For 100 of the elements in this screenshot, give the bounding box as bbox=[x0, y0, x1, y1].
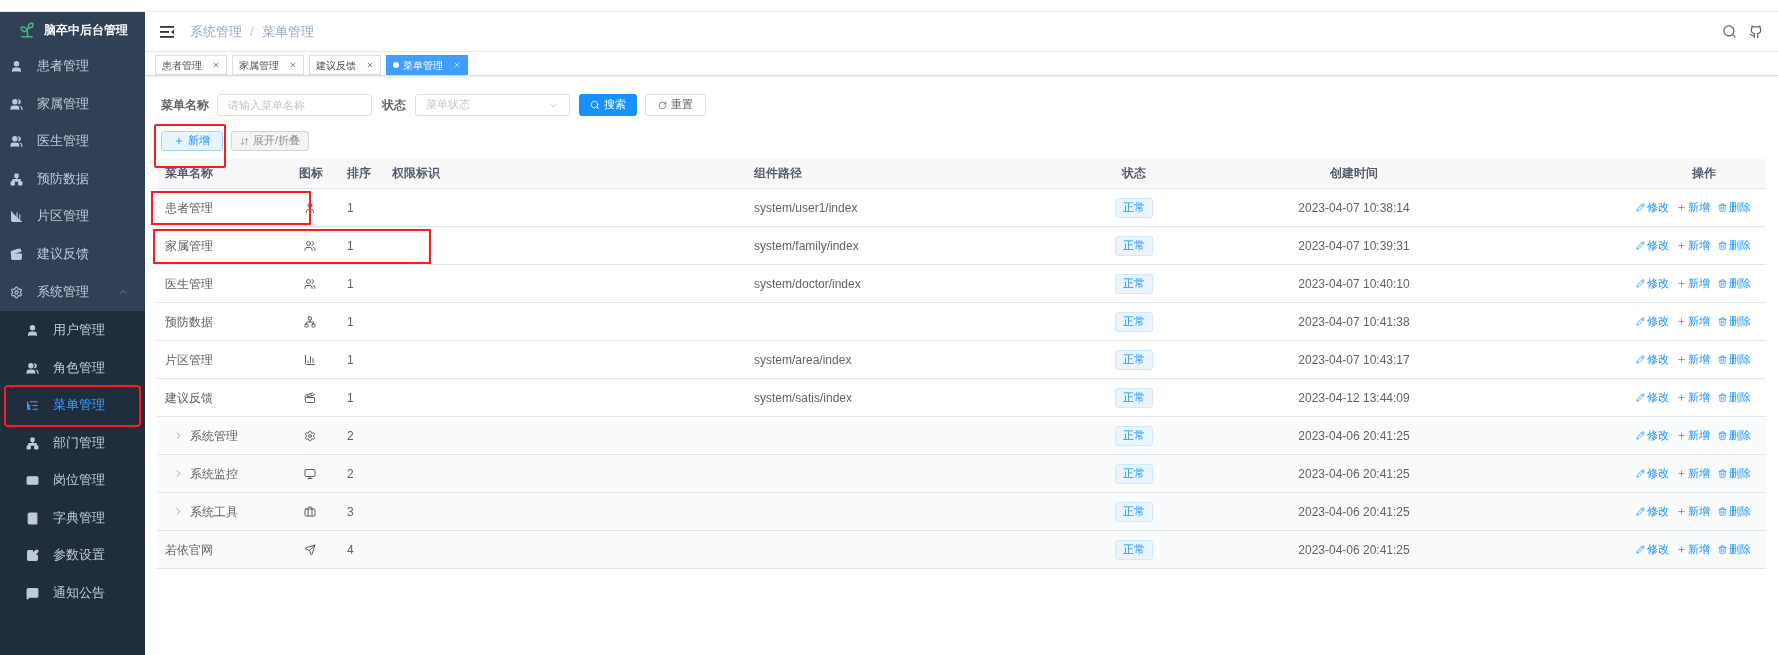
plus-icon bbox=[1677, 241, 1686, 250]
plus-icon bbox=[1677, 203, 1686, 212]
trash-icon bbox=[1718, 545, 1727, 554]
sidebar-item[interactable]: 菜单管理 bbox=[6, 387, 139, 425]
row-action-link[interactable]: 修改 bbox=[1636, 237, 1669, 254]
settings-icon bbox=[304, 429, 316, 442]
people-icon bbox=[304, 277, 316, 290]
row-action-link[interactable]: 新增 bbox=[1677, 465, 1710, 482]
row-action-link[interactable]: 新增 bbox=[1677, 503, 1710, 520]
row-action-link[interactable]: 删除 bbox=[1718, 389, 1751, 406]
menu-name: 若依官网 bbox=[165, 541, 213, 559]
row-action-link[interactable]: 修改 bbox=[1636, 465, 1669, 482]
row-action-link[interactable]: 修改 bbox=[1636, 313, 1669, 330]
row-action-link[interactable]: 删除 bbox=[1718, 237, 1751, 254]
page-tab[interactable]: 建议反馈 bbox=[309, 55, 381, 75]
people-icon bbox=[10, 97, 23, 111]
status-select[interactable]: 菜单状态 bbox=[415, 94, 570, 116]
breadcrumb-current: 菜单管理 bbox=[261, 22, 314, 41]
menu-name: 片区管理 bbox=[165, 351, 213, 369]
table-row[interactable]: 系统工具 3 正常 2023-04-06 20:41:25 修改 新增 删除 bbox=[157, 493, 1766, 531]
row-action-link[interactable]: 删除 bbox=[1718, 541, 1751, 558]
plus-icon bbox=[1677, 279, 1686, 288]
close-icon[interactable] bbox=[366, 61, 374, 69]
row-action-link[interactable]: 删除 bbox=[1718, 275, 1751, 292]
row-action-link[interactable]: 删除 bbox=[1718, 351, 1751, 368]
edit-icon bbox=[26, 549, 39, 563]
menu-name: 患者管理 bbox=[165, 199, 213, 217]
people-icon bbox=[10, 135, 23, 149]
row-action-link[interactable]: 新增 bbox=[1677, 351, 1710, 368]
page-tab[interactable]: 菜单管理 bbox=[386, 55, 468, 75]
row-action-link[interactable]: 删除 bbox=[1718, 427, 1751, 444]
menu-name: 系统工具 bbox=[190, 503, 238, 521]
breadcrumb-link[interactable]: 系统管理 bbox=[190, 21, 242, 42]
row-action-link[interactable]: 修改 bbox=[1636, 389, 1669, 406]
page-tab[interactable]: 家属管理 bbox=[232, 55, 304, 75]
sidebar-item[interactable]: 家属管理 bbox=[0, 85, 145, 123]
sidebar-group[interactable]: 系统管理 bbox=[0, 273, 145, 311]
expand-collapse-button[interactable]: 展开/折叠 bbox=[231, 131, 309, 151]
pencil-icon bbox=[1636, 203, 1645, 212]
tree-list-icon bbox=[26, 399, 39, 413]
paper-plane-icon bbox=[304, 543, 316, 556]
created-time: 2023-04-06 20:41:25 bbox=[1297, 465, 1411, 483]
pencil-icon bbox=[1636, 393, 1645, 402]
component-path: system/doctor/index bbox=[754, 275, 862, 293]
status-tag: 正常 bbox=[1115, 273, 1153, 294]
row-action-link[interactable]: 修改 bbox=[1636, 199, 1669, 216]
add-button[interactable]: 新增 bbox=[161, 131, 223, 151]
trash-icon bbox=[1718, 469, 1727, 478]
table-row[interactable]: 系统监控 2 正常 2023-04-06 20:41:25 修改 新增 删除 bbox=[157, 455, 1766, 493]
sidebar-item[interactable]: 片区管理 bbox=[0, 198, 145, 236]
reset-button[interactable]: 重置 bbox=[645, 94, 706, 116]
status-tag: 正常 bbox=[1115, 463, 1153, 484]
sidebar-item[interactable]: 医生管理 bbox=[0, 123, 145, 161]
hierarchy-icon bbox=[304, 315, 316, 328]
sort-order: 4 bbox=[347, 541, 355, 559]
trash-icon bbox=[1718, 241, 1727, 250]
sort-order: 2 bbox=[347, 427, 355, 445]
sidebar-item[interactable]: 患者管理 bbox=[0, 48, 145, 86]
column-header: 状态 bbox=[1120, 165, 1147, 181]
row-action-link[interactable]: 删除 bbox=[1718, 465, 1751, 482]
close-icon[interactable] bbox=[212, 61, 220, 69]
plus-icon bbox=[1677, 355, 1686, 364]
sort-order: 1 bbox=[347, 275, 355, 293]
row-action-link[interactable]: 修改 bbox=[1636, 351, 1669, 368]
sidebar-item[interactable]: 预防数据 bbox=[0, 160, 145, 198]
row-action-link[interactable]: 修改 bbox=[1636, 503, 1669, 520]
row-action-link[interactable]: 新增 bbox=[1677, 389, 1710, 406]
row-action-link[interactable]: 新增 bbox=[1677, 275, 1710, 292]
row-action-link[interactable]: 修改 bbox=[1636, 275, 1669, 292]
refresh-icon bbox=[658, 100, 667, 110]
logo-icon bbox=[17, 21, 36, 39]
created-time: 2023-04-06 20:41:25 bbox=[1297, 541, 1411, 559]
row-action-link[interactable]: 删除 bbox=[1718, 199, 1751, 216]
close-icon[interactable] bbox=[289, 61, 297, 69]
row-action-link[interactable]: 新增 bbox=[1677, 541, 1710, 558]
row-action-link[interactable]: 修改 bbox=[1636, 541, 1669, 558]
sidebar-item[interactable]: 建议反馈 bbox=[0, 235, 145, 273]
table-row[interactable]: 系统管理 2 正常 2023-04-06 20:41:25 修改 新增 删除 bbox=[157, 417, 1766, 455]
plus-icon bbox=[174, 136, 184, 146]
sort-order: 1 bbox=[347, 313, 355, 331]
status-tag: 正常 bbox=[1115, 387, 1153, 408]
search-icon[interactable] bbox=[1722, 24, 1737, 39]
search-button[interactable]: 搜索 bbox=[579, 94, 637, 116]
trash-icon bbox=[1718, 203, 1727, 212]
created-time: 2023-04-06 20:41:25 bbox=[1297, 503, 1411, 521]
row-action-link[interactable]: 新增 bbox=[1677, 237, 1710, 254]
row-action-link[interactable]: 删除 bbox=[1718, 503, 1751, 520]
row-action-link[interactable]: 删除 bbox=[1718, 313, 1751, 330]
app-title: 脑卒中后台管理 bbox=[43, 22, 128, 39]
row-action-link[interactable]: 新增 bbox=[1677, 427, 1710, 444]
row-action-link[interactable]: 修改 bbox=[1636, 427, 1669, 444]
component-path: system/family/index bbox=[754, 237, 860, 255]
page-tab[interactable]: 患者管理 bbox=[155, 55, 227, 75]
row-action-link[interactable]: 新增 bbox=[1677, 313, 1710, 330]
expand-chevron-icon[interactable] bbox=[173, 506, 184, 517]
menu-icon[interactable] bbox=[160, 25, 174, 38]
table-row[interactable]: 若依官网 4 正常 2023-04-06 20:41:25 修改 新增 删除 bbox=[157, 531, 1766, 569]
created-time: 2023-04-07 10:41:38 bbox=[1297, 313, 1411, 331]
row-action-link[interactable]: 新增 bbox=[1677, 199, 1710, 216]
pencil-icon bbox=[1636, 241, 1645, 250]
